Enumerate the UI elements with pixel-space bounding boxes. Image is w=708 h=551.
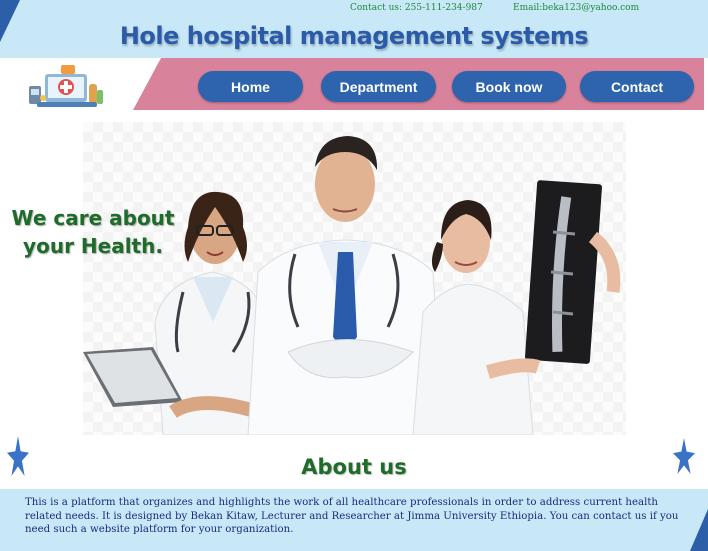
- about-title: About us: [301, 455, 407, 479]
- doctor-center-figure: [247, 136, 444, 435]
- page-frame: Contact us: 255-111-234-987 Email:beka12…: [0, 0, 708, 551]
- nav-home-button[interactable]: Home: [198, 71, 303, 102]
- nav-contact-button[interactable]: Contact: [580, 71, 694, 102]
- doctor-right-figure: [412, 180, 621, 435]
- nav-department-button[interactable]: Department: [321, 71, 436, 102]
- nav-book-now-button[interactable]: Book now: [452, 71, 566, 102]
- tagline-line-1: We care about: [11, 206, 175, 230]
- site-title: Hole hospital management systems: [119, 22, 589, 50]
- contact-email: Email:beka123@yahoo.com: [513, 3, 640, 13]
- tagline-line-2: your Health.: [23, 234, 163, 258]
- corner-decoration: [690, 509, 708, 551]
- hero-image: [83, 122, 626, 435]
- about-description: This is a platform that organizes and hi…: [25, 497, 679, 535]
- contact-phone: Contact us: 255-111-234-987: [350, 3, 483, 13]
- hero-tagline: We care about your Health.: [8, 204, 178, 260]
- hospital-logo-icon[interactable]: [27, 62, 105, 112]
